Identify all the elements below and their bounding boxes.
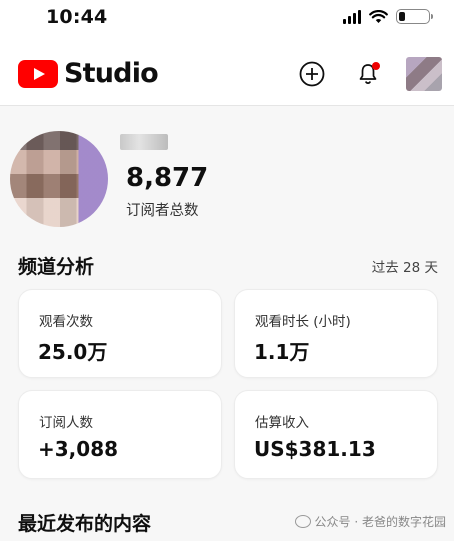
channel-avatar[interactable] xyxy=(10,131,108,227)
views-card[interactable]: 观看次数 25.0万 xyxy=(18,289,222,378)
notification-dot xyxy=(372,62,380,70)
plus-circle-icon xyxy=(299,61,325,87)
youtube-play-icon xyxy=(18,59,58,88)
cellular-signal-icon xyxy=(343,9,361,24)
card-label: 订阅人数 xyxy=(39,415,93,431)
notifications-button[interactable] xyxy=(354,60,382,88)
youtube-studio-logo[interactable]: Studio xyxy=(18,58,159,89)
battery-icon xyxy=(396,9,433,24)
card-label: 估算收入 xyxy=(255,415,309,431)
watch-time-card[interactable]: 观看时长 (小时) 1.1万 xyxy=(234,289,438,378)
app-header: Studio xyxy=(0,38,454,106)
subscriber-label: 订阅者总数 xyxy=(126,203,199,219)
wifi-icon xyxy=(369,9,388,23)
card-value: 25.0万 xyxy=(38,340,108,364)
card-value: +3,088 xyxy=(38,437,119,461)
logo-text: Studio xyxy=(64,58,159,89)
watermark-text: 公众号 · 老爸的数字花园 xyxy=(314,515,446,529)
channel-summary: 8,877 订阅者总数 xyxy=(0,107,454,237)
create-button[interactable] xyxy=(298,60,326,88)
wechat-icon xyxy=(294,515,311,528)
card-value: US$381.13 xyxy=(254,437,376,461)
analytics-period: 过去 28 天 xyxy=(371,260,438,276)
recent-content-title: 最近发布的内容 xyxy=(18,513,152,535)
status-bar: 10:44 xyxy=(0,0,454,38)
watermark: 公众号 · 老爸的数字花园 xyxy=(294,513,446,530)
status-time: 10:44 xyxy=(46,6,108,28)
analytics-title: 频道分析 xyxy=(18,256,95,278)
subscriber-count: 8,877 xyxy=(126,163,209,193)
channel-name-blurred xyxy=(120,134,168,150)
subscribers-card[interactable]: 订阅人数 +3,088 xyxy=(18,390,222,479)
card-label: 观看次数 xyxy=(39,314,93,330)
status-icons xyxy=(343,9,433,24)
account-avatar[interactable] xyxy=(406,57,442,91)
card-value: 1.1万 xyxy=(254,340,310,364)
card-label: 观看时长 (小时) xyxy=(255,314,351,330)
revenue-card[interactable]: 估算收入 US$381.13 xyxy=(234,390,438,479)
